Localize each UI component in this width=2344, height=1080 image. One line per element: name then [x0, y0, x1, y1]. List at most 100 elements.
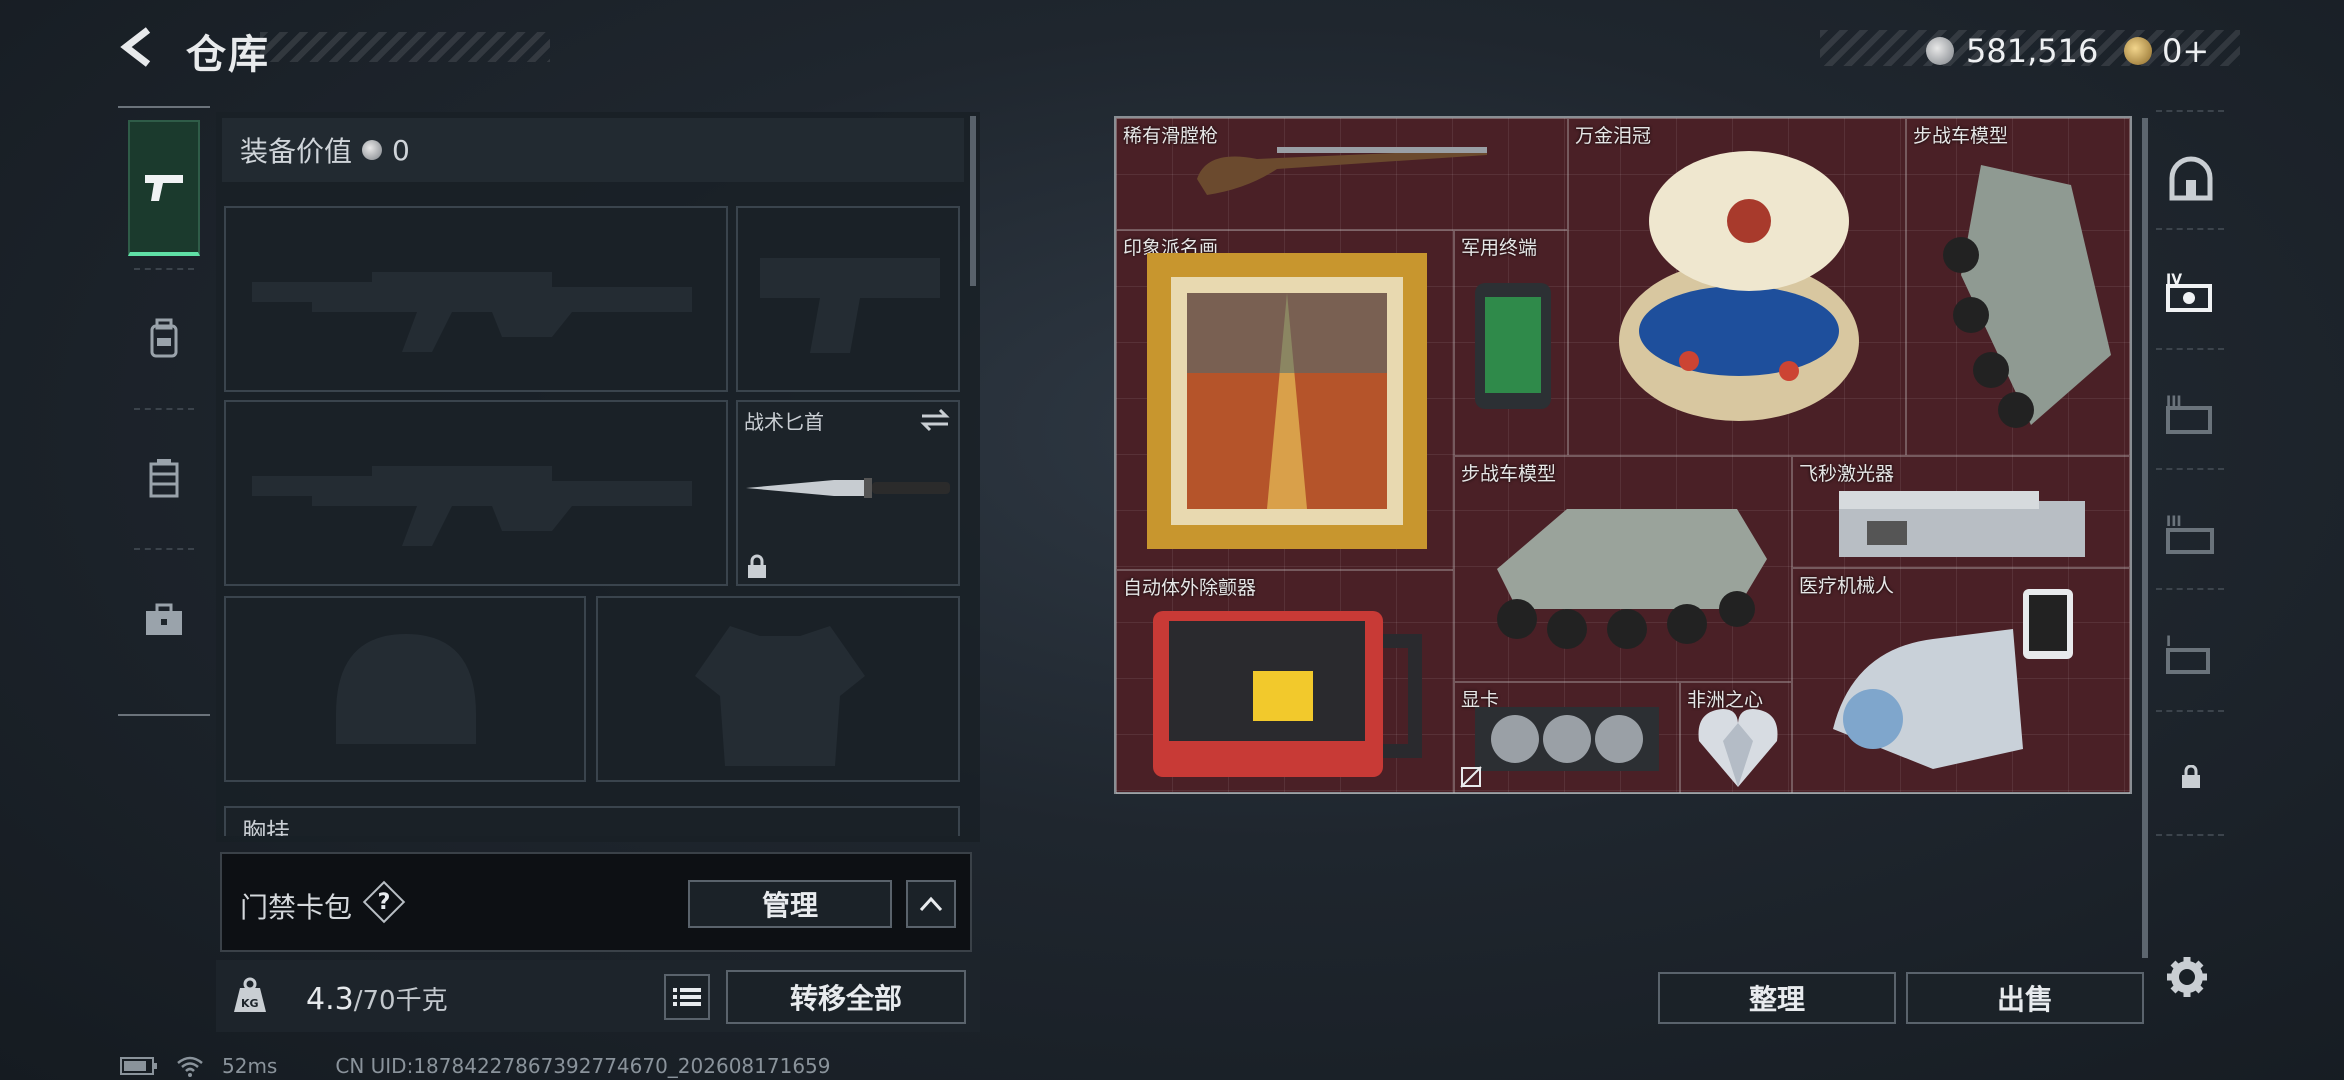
armor-slot[interactable]: [596, 596, 960, 782]
equipment-scrollbar[interactable]: [970, 116, 976, 286]
stash-item[interactable]: 万金泪冠: [1568, 118, 1906, 456]
chevron-left-icon: [120, 27, 151, 67]
ifv-model-icon: [1497, 509, 1767, 649]
stash-page-1b-button[interactable]: I: [2166, 630, 2216, 680]
knife-slot[interactable]: 战术匕首: [736, 400, 960, 586]
transfer-all-button[interactable]: 转移全部: [726, 970, 966, 1024]
svg-text:I: I: [2166, 634, 2171, 650]
vest-silhouette-icon: [695, 626, 865, 766]
stash-page-4-button[interactable]: IV: [2166, 268, 2216, 318]
weight-icon: KG: [230, 976, 274, 1016]
chevron-up-icon: [919, 896, 943, 912]
chest-rig-slot[interactable]: 胸挂: [224, 806, 960, 836]
vault-icon: [2169, 156, 2213, 201]
list-icon: [673, 988, 701, 1006]
lock-icon: [2182, 765, 2200, 788]
item-label: 步战车模型: [1913, 125, 2009, 147]
stash-scrollbar[interactable]: [2142, 118, 2148, 958]
gear-icon: [2167, 957, 2207, 997]
chest-rig-label: 胸挂: [242, 818, 290, 836]
equipment-value: 装备价值 0: [240, 130, 410, 170]
svg-text:III: III: [2166, 514, 2182, 530]
gold-coin-icon: [2124, 37, 2152, 65]
pistol-slot[interactable]: [736, 206, 960, 392]
weight-max: /70千克: [353, 986, 448, 1016]
briefcase-icon: [146, 603, 182, 635]
pistol-silhouette-icon: [760, 258, 940, 353]
title-decoration: [260, 32, 550, 62]
svg-text:KG: KG: [241, 997, 259, 1010]
sell-button[interactable]: 出售: [1906, 972, 2144, 1024]
latency: 52ms: [222, 1054, 278, 1078]
gold-amount: 0+: [2162, 32, 2210, 70]
stash-page-1-button[interactable]: [2166, 154, 2216, 204]
pistol-icon: [145, 175, 183, 201]
lock-icon: [748, 554, 766, 578]
tab-container[interactable]: [128, 410, 200, 546]
rifle-silhouette-icon: [252, 272, 692, 352]
tab-weapons[interactable]: [128, 120, 200, 256]
stash-item[interactable]: 飞秒激光器: [1792, 456, 2130, 568]
stash-case-icon: IV: [2166, 272, 2212, 312]
framed-painting-icon: [1147, 253, 1427, 549]
stash-item[interactable]: 显卡: [1454, 682, 1680, 794]
no-insure-icon: [1460, 766, 1482, 788]
item-label: 军用终端: [1461, 237, 1538, 259]
weight-current: 4.3: [306, 982, 354, 1017]
silver-amount: 581,516: [1966, 32, 2099, 70]
femtosecond-laser-icon: [1839, 491, 2085, 557]
medical-robot-icon: [1833, 589, 2073, 769]
list-view-button[interactable]: [664, 974, 710, 1020]
diamond-heart-icon: [1698, 709, 1778, 787]
expand-button[interactable]: [906, 880, 956, 928]
stash-item[interactable]: 医疗机械人: [1792, 568, 2130, 794]
stash-case-icon: III: [2166, 514, 2214, 554]
back-button[interactable]: [118, 26, 160, 68]
secondary-weapon-slot[interactable]: [224, 400, 728, 586]
item-label: 自动体外除颤器: [1123, 577, 1257, 599]
stash-item[interactable]: 非洲之心: [1680, 682, 1792, 794]
help-button[interactable]: ?: [362, 880, 406, 924]
locked-page-button[interactable]: [2166, 752, 2216, 802]
stash-item[interactable]: 印象派名画: [1116, 230, 1454, 570]
musket-icon: [1197, 147, 1487, 195]
tab-armor[interactable]: [128, 270, 200, 406]
knife-icon: [746, 478, 950, 498]
equipment-value-amount: 0: [392, 133, 410, 167]
equipment-value-label: 装备价值: [240, 135, 353, 168]
wifi-icon: [177, 1056, 203, 1077]
page-title: 仓库: [186, 32, 270, 78]
status-bar: 52ms CN UID:18784227867392774670_2026081…: [120, 1054, 831, 1078]
sort-button[interactable]: 整理: [1658, 972, 1896, 1024]
currency-silver: 581,516: [1926, 32, 2098, 70]
helmet-slot[interactable]: [224, 596, 586, 782]
jeweled-egg-icon: [1619, 151, 1859, 421]
stash-case-icon: I: [2166, 634, 2210, 674]
knife-slot-label: 战术匕首: [744, 410, 824, 434]
stash-page-2-button[interactable]: III: [2166, 510, 2216, 560]
keycard-label: 门禁卡包: [240, 891, 353, 924]
stash-item[interactable]: 自动体外除颤器: [1116, 570, 1454, 794]
silver-coin-icon: [1926, 37, 1954, 65]
stash-item[interactable]: 稀有滑膛枪: [1116, 118, 1568, 230]
currency-gold[interactable]: 0+: [2124, 32, 2209, 70]
backpack-icon: [150, 318, 178, 358]
tab-toolbox[interactable]: [128, 552, 200, 688]
help-icon: ?: [377, 889, 391, 915]
aed-icon: [1153, 611, 1422, 777]
primary-weapon-slot[interactable]: [224, 206, 728, 392]
stash-item[interactable]: 军用终端: [1454, 230, 1568, 456]
silver-coin-icon: [362, 140, 383, 160]
ifv-model-icon: [1943, 165, 2111, 428]
weight-readout: 4.3/70千克: [306, 980, 448, 1017]
container-icon: [149, 459, 179, 498]
user-uid: CN UID:18784227867392774670_202608171659: [335, 1054, 831, 1078]
swap-icon[interactable]: [920, 408, 950, 432]
manage-button[interactable]: 管理: [688, 880, 892, 928]
stash-page-3-button[interactable]: III: [2166, 390, 2216, 440]
settings-button[interactable]: [2162, 952, 2212, 1002]
stash-item[interactable]: 步战车模型: [1906, 118, 2130, 456]
helmet-silhouette-icon: [336, 634, 476, 744]
stash-item[interactable]: 步战车模型: [1454, 456, 1792, 682]
military-terminal-icon: [1475, 283, 1551, 409]
